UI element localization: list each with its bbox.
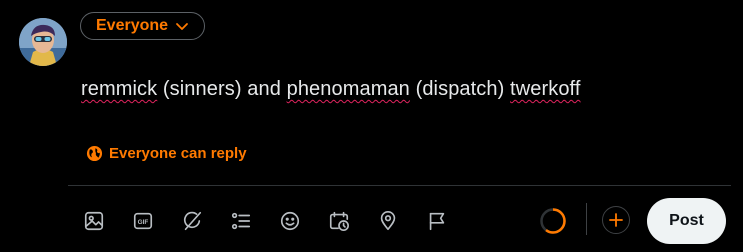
globe-icon <box>86 145 103 162</box>
grok-button[interactable] <box>176 205 208 237</box>
text-segment: (sinners) and <box>157 78 287 100</box>
gif-button[interactable]: GIF <box>127 205 159 237</box>
text-segment-misspelled: phenomaman <box>286 78 410 100</box>
gif-icon: GIF <box>133 212 153 230</box>
audience-selector[interactable]: Everyone <box>80 12 206 40</box>
poll-icon <box>231 212 251 230</box>
chevron-down-icon <box>176 23 188 30</box>
post-button[interactable]: Post <box>647 198 726 244</box>
text-segment-misspelled: twerkoff <box>510 78 581 100</box>
image-icon <box>84 211 104 231</box>
reply-setting-button[interactable]: Everyone can reply <box>86 145 247 162</box>
post-text-input[interactable]: remmick (sinners) and phenomaman (dispat… <box>81 78 581 101</box>
emoji-icon <box>280 211 300 231</box>
emoji-button[interactable] <box>274 205 306 237</box>
gif-icon-text: GIF <box>138 219 149 226</box>
avatar[interactable] <box>19 18 67 66</box>
character-count-progress <box>540 208 566 234</box>
plus-icon <box>609 213 623 227</box>
schedule-icon <box>329 211 349 231</box>
media-button[interactable] <box>78 205 110 237</box>
flag-button[interactable] <box>421 205 453 237</box>
grok-icon <box>183 211 202 231</box>
schedule-button[interactable] <box>323 205 355 237</box>
poll-button[interactable] <box>225 205 257 237</box>
flag-icon <box>429 212 445 231</box>
divider <box>68 185 731 186</box>
text-segment-misspelled: remmick <box>81 78 158 100</box>
composer-toolbar: GIF <box>78 205 470 237</box>
add-post-button[interactable] <box>602 206 630 234</box>
text-segment: (dispatch) <box>409 78 511 100</box>
location-icon <box>380 211 396 231</box>
avatar-image <box>19 18 67 66</box>
location-button[interactable] <box>372 205 404 237</box>
reply-setting-label: Everyone can reply <box>109 145 247 162</box>
toolbar-divider <box>586 203 587 235</box>
audience-label: Everyone <box>96 17 169 34</box>
